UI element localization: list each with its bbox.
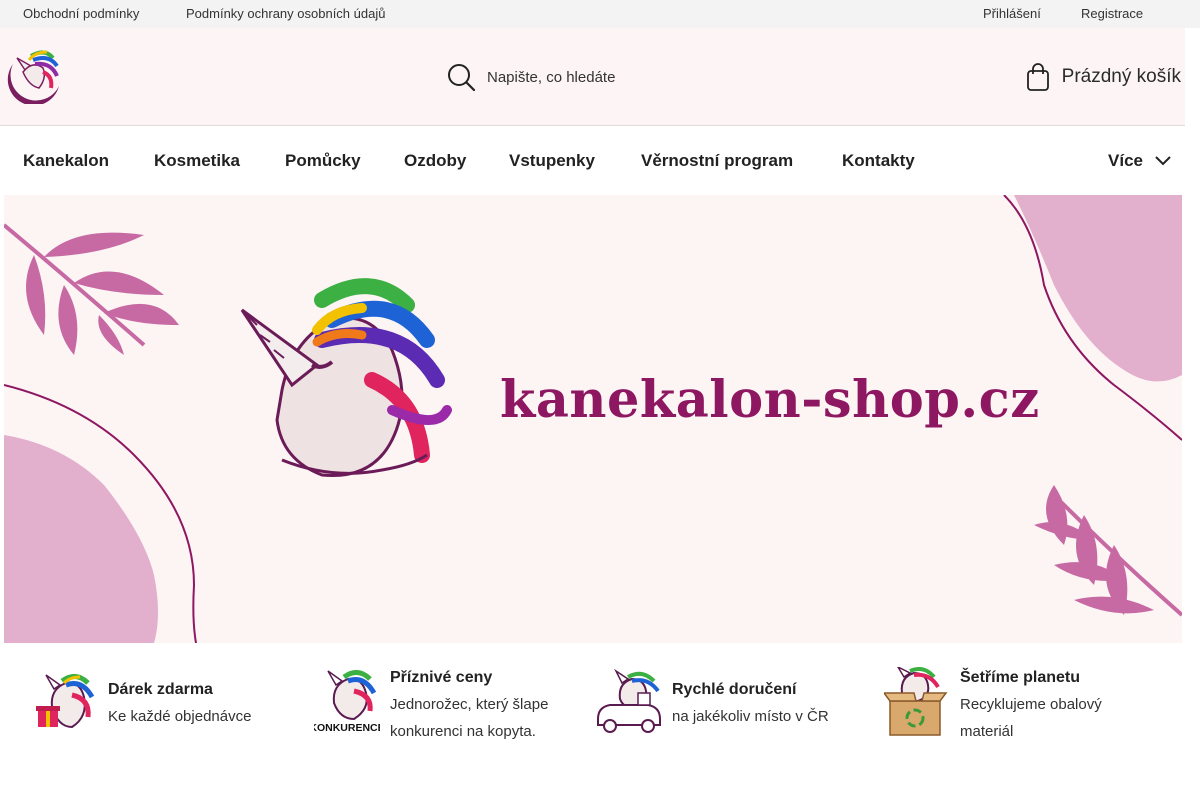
hero-brand-text: kanekalon-shop.cz xyxy=(500,370,1040,430)
feature-desc: na jakékoliv místo v ČR xyxy=(672,708,829,725)
register-link[interactable]: Registrace xyxy=(1081,6,1143,21)
feature-desc: Recyklujeme obalový materiál xyxy=(960,696,1102,740)
feature-free-gift: Dárek zdarma Ke každé objednávce xyxy=(32,669,251,735)
site-logo[interactable] xyxy=(3,42,65,106)
nav-more-label: Více xyxy=(1108,151,1143,170)
nav-item-vstupenky[interactable]: Vstupenky xyxy=(509,151,595,171)
nav-item-kontakty[interactable]: Kontakty xyxy=(842,151,915,171)
site-header: Napište, co hledáte Prázdný košík xyxy=(0,28,1185,126)
feature-title: Šetříme planetu xyxy=(960,669,1081,686)
leaf-branch-top-left xyxy=(4,223,179,355)
konkurence-icon-text: KONKURENCE xyxy=(314,722,380,733)
link-terms[interactable]: Obchodní podmínky xyxy=(23,6,139,21)
cart-button[interactable]: Prázdný košík xyxy=(1026,61,1181,93)
feature-desc: Ke každé objednávce xyxy=(108,708,252,725)
hero-banner[interactable]: kanekalon-shop.cz xyxy=(4,195,1182,643)
nav-more-dropdown[interactable]: Více xyxy=(1108,151,1171,171)
unicorn-hero-logo xyxy=(220,278,452,537)
login-link[interactable]: Přihlášení xyxy=(983,6,1041,21)
unicorn-logo-icon xyxy=(7,50,59,106)
leaf-branch-bottom-right xyxy=(1034,485,1182,617)
search-bar[interactable]: Napište, co hledáte xyxy=(447,62,615,92)
nav-item-kanekalon[interactable]: Kanekalon xyxy=(23,151,109,171)
unicorn-konkurence-icon: KONKURENCE xyxy=(314,670,380,733)
nav-item-pomucky[interactable]: Pomůcky xyxy=(285,151,361,171)
main-navigation: Kanekalon Kosmetika Pomůcky Ozdoby Vstup… xyxy=(0,127,1185,195)
unicorn-recycle-box-icon xyxy=(884,667,948,736)
nav-item-ozdoby[interactable]: Ozdoby xyxy=(404,151,466,171)
unicorn-gift-icon xyxy=(36,674,95,729)
feature-good-prices: KONKURENCE Příznivé ceny Jednorožec, kte… xyxy=(314,667,565,745)
feature-fast-delivery: Rychlé doručení na jakékoliv místo v ČR xyxy=(596,669,829,735)
nav-item-kosmetika[interactable]: Kosmetika xyxy=(154,151,240,171)
feature-title: Dárek zdarma xyxy=(108,681,213,698)
cart-label: Prázdný košík xyxy=(1061,66,1181,87)
features-strip: Dárek zdarma Ke každé objednávce KONKURE… xyxy=(4,643,1182,800)
chevron-down-icon xyxy=(1155,156,1171,166)
nav-item-vernostni-program[interactable]: Věrnostní program xyxy=(641,151,793,171)
link-privacy[interactable]: Podmínky ochrany osobních údajů xyxy=(186,6,385,21)
unicorn-delivery-car-icon xyxy=(597,669,661,733)
feature-title: Příznivé ceny xyxy=(390,669,493,686)
shopping-bag-icon xyxy=(1026,63,1049,91)
top-utility-bar: Obchodní podmínky Podmínky ochrany osobn… xyxy=(0,0,1200,28)
feature-title: Rychlé doručení xyxy=(672,681,797,698)
search-input[interactable]: Napište, co hledáte xyxy=(487,69,615,86)
search-icon xyxy=(448,64,475,91)
feature-save-planet: Šetříme planetu Recyklujeme obalový mate… xyxy=(884,667,1130,745)
feature-desc: Jednorožec, který šlape konkurenci na ko… xyxy=(390,696,549,740)
